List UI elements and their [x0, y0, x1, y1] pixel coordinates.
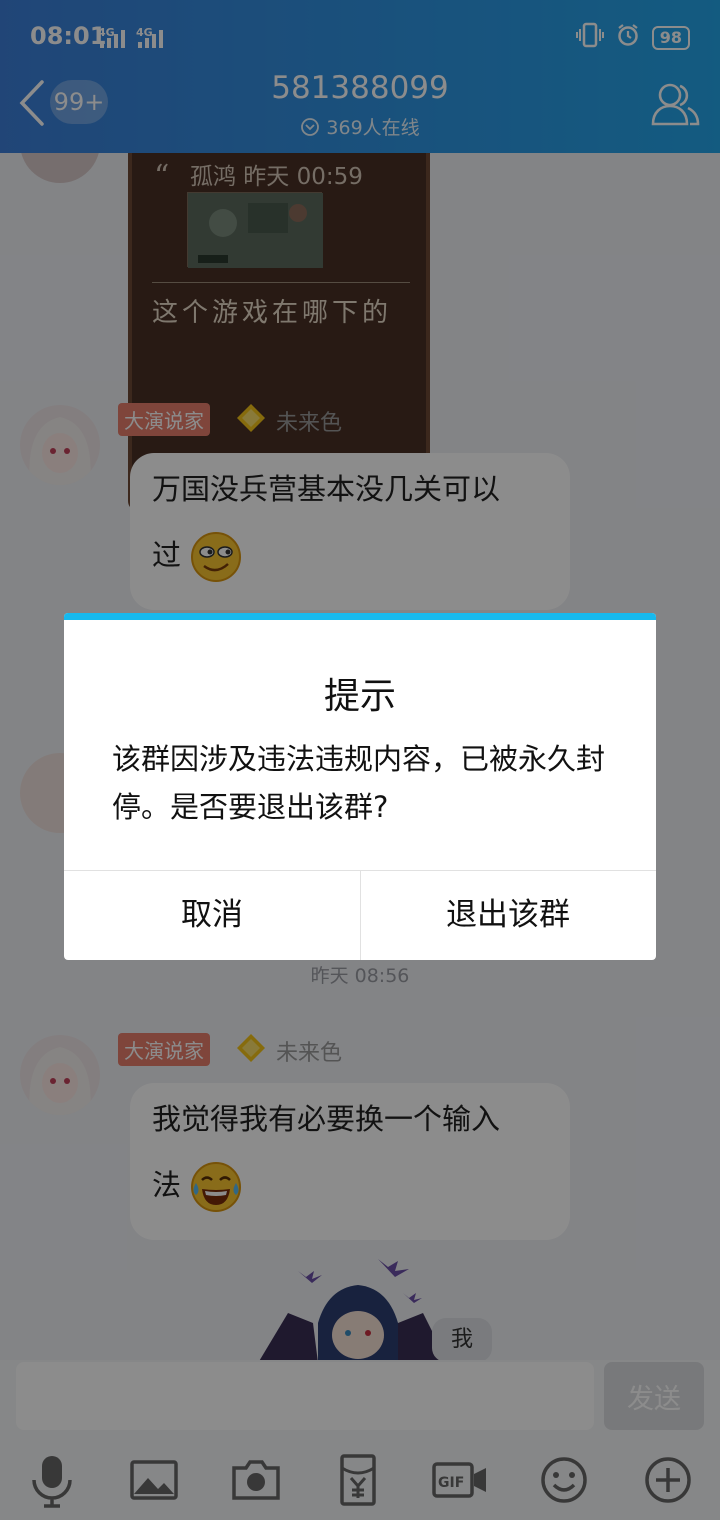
- exit-group-button[interactable]: 退出该群: [360, 871, 656, 960]
- dialog-title: 提示: [323, 676, 396, 717]
- dialog-message: 该群因涉及违法违规内容，已被永久封停。是否要退出该群?: [112, 742, 606, 824]
- alert-dialog: 提示 该群因涉及违法违规内容，已被永久封停。是否要退出该群? 取消 退出该群: [64, 613, 656, 960]
- dialog-accent-bar: [64, 613, 656, 620]
- cancel-button[interactable]: 取消: [64, 871, 360, 960]
